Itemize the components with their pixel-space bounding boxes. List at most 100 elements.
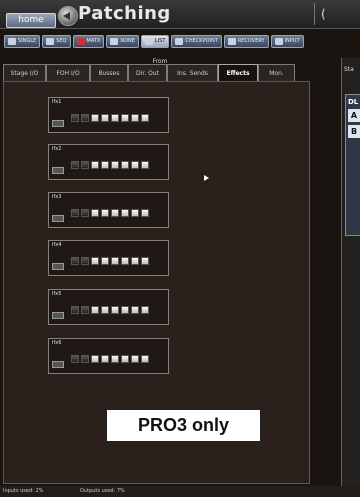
pro3-only-label: PRO3 only xyxy=(106,409,261,442)
fx-mini-icon xyxy=(52,120,64,127)
fx-mini-icon xyxy=(52,361,64,368)
slot[interactable] xyxy=(71,161,79,169)
slot[interactable] xyxy=(141,161,149,169)
slot[interactable] xyxy=(121,161,129,169)
effect-slots xyxy=(71,114,149,122)
effect-slots xyxy=(71,355,149,363)
checkpoint-button[interactable]: CHECKPOINT xyxy=(171,35,222,48)
effect-slots xyxy=(71,209,149,217)
page-title: Patching xyxy=(78,3,171,24)
slot[interactable] xyxy=(121,306,129,314)
input-icon xyxy=(274,38,283,45)
effect-label: Ifx5 xyxy=(52,291,62,297)
slot[interactable] xyxy=(131,306,139,314)
slot[interactable] xyxy=(101,306,109,314)
slot[interactable] xyxy=(131,257,139,265)
slot[interactable] xyxy=(101,209,109,217)
matx-button[interactable]: MATX xyxy=(72,35,105,48)
list-button[interactable]: LIST xyxy=(140,35,170,48)
slot[interactable] xyxy=(121,209,129,217)
slot[interactable] xyxy=(91,209,99,217)
slot[interactable] xyxy=(141,306,149,314)
effect-ifx5[interactable]: Ifx5 xyxy=(48,289,169,325)
slot[interactable] xyxy=(141,355,149,363)
slot[interactable] xyxy=(141,209,149,217)
effect-label: Ifx2 xyxy=(52,146,62,152)
recovery-button[interactable]: RECOVERY xyxy=(223,35,269,48)
effect-ifx4[interactable]: Ifx4 xyxy=(48,240,169,276)
slot[interactable] xyxy=(111,114,119,122)
slot[interactable] xyxy=(101,161,109,169)
effect-ifx2[interactable]: Ifx2 xyxy=(48,144,169,180)
none-button[interactable]: NONE xyxy=(106,35,139,48)
slot[interactable] xyxy=(131,209,139,217)
right-panel: Sta DL A B xyxy=(341,58,360,486)
tab-foh-io[interactable]: FOH I/O xyxy=(46,64,90,82)
slot[interactable] xyxy=(91,355,99,363)
fx-mini-icon xyxy=(52,167,64,174)
slot[interactable] xyxy=(131,355,139,363)
checkpoint-icon xyxy=(175,38,184,45)
effect-ifx3[interactable]: Ifx3 xyxy=(48,192,169,228)
tab-ins-sends[interactable]: Ins. Sends xyxy=(167,64,218,82)
seq-button[interactable]: SEQ xyxy=(42,35,71,48)
slot[interactable] xyxy=(81,355,89,363)
tab-stage-io[interactable]: Stage I/O xyxy=(3,64,46,82)
slot[interactable] xyxy=(131,114,139,122)
slot[interactable] xyxy=(81,161,89,169)
slot[interactable] xyxy=(71,114,79,122)
slot[interactable] xyxy=(71,257,79,265)
slot[interactable] xyxy=(81,114,89,122)
tab-effects[interactable]: Effects xyxy=(218,64,258,82)
back-arrow-icon[interactable] xyxy=(58,6,78,26)
fx-mini-icon xyxy=(52,312,64,319)
home-button[interactable]: home xyxy=(6,13,56,28)
right-panel-tab[interactable]: Sta xyxy=(344,66,354,73)
effect-slots xyxy=(71,161,149,169)
slot[interactable] xyxy=(71,306,79,314)
slot[interactable] xyxy=(91,161,99,169)
slot[interactable] xyxy=(91,114,99,122)
slot[interactable] xyxy=(101,257,109,265)
slot[interactable] xyxy=(101,355,109,363)
slot[interactable] xyxy=(131,161,139,169)
slot[interactable] xyxy=(111,209,119,217)
slot[interactable] xyxy=(71,209,79,217)
slot[interactable] xyxy=(111,161,119,169)
slot[interactable] xyxy=(81,306,89,314)
right-panel-item-a[interactable]: A xyxy=(348,109,360,122)
slot[interactable] xyxy=(81,257,89,265)
single-button[interactable]: SINGLE xyxy=(4,35,41,48)
slot[interactable] xyxy=(91,306,99,314)
right-panel-item-b[interactable]: B xyxy=(348,125,360,138)
slot[interactable] xyxy=(71,355,79,363)
right-panel-title: ( xyxy=(314,3,360,25)
title-bar: home Patching ( xyxy=(0,0,360,29)
slot[interactable] xyxy=(111,306,119,314)
slot[interactable] xyxy=(111,257,119,265)
input-button[interactable]: INPUT xyxy=(270,35,304,48)
right-panel-box-label: DL xyxy=(348,98,359,106)
tab-mon[interactable]: Mon. xyxy=(258,64,295,82)
effect-ifx6[interactable]: Ifx6 xyxy=(48,338,169,374)
effect-ifx1[interactable]: Ifx1 xyxy=(48,97,169,133)
slot[interactable] xyxy=(81,209,89,217)
effect-slots xyxy=(71,306,149,314)
source-tabs: Stage I/O FOH I/O Busses Dir. Out Ins. S… xyxy=(3,64,307,82)
slot[interactable] xyxy=(141,257,149,265)
slot[interactable] xyxy=(121,257,129,265)
effect-label: Ifx3 xyxy=(52,194,62,200)
slot[interactable] xyxy=(121,114,129,122)
slot[interactable] xyxy=(111,355,119,363)
slot[interactable] xyxy=(121,355,129,363)
fx-mini-icon xyxy=(52,215,64,222)
effect-label: Ifx1 xyxy=(52,99,62,105)
tab-dir-out[interactable]: Dir. Out xyxy=(128,64,167,82)
tab-busses[interactable]: Busses xyxy=(90,64,128,82)
list-icon xyxy=(144,38,153,45)
slot[interactable] xyxy=(91,257,99,265)
inputs-used-status: Inputs used: 2% xyxy=(3,488,44,494)
slot[interactable] xyxy=(141,114,149,122)
slot[interactable] xyxy=(101,114,109,122)
status-bar: Inputs used: 2% Outputs used: 7% xyxy=(0,486,360,497)
